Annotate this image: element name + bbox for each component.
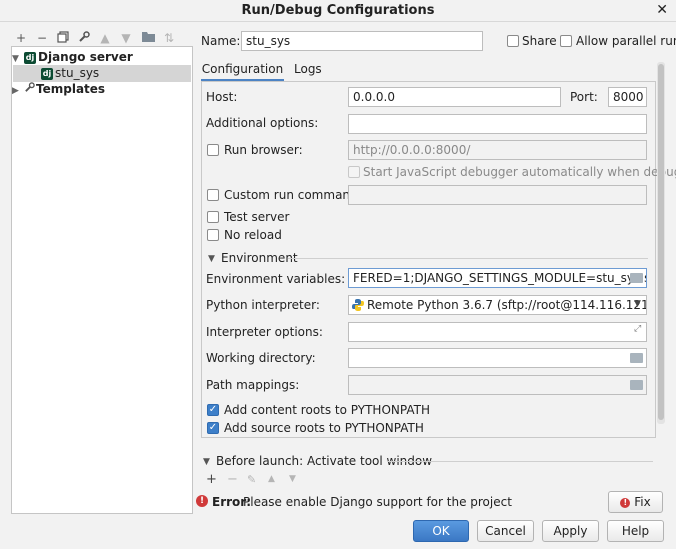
source-roots-label: Add source roots to PYTHONPATH: [224, 421, 424, 435]
scrollbar-thumb[interactable]: [658, 64, 664, 420]
environment-expand-icon[interactable]: ▼: [208, 254, 215, 264]
move-up-icon[interactable]: ▲: [98, 31, 112, 45]
run-browser-checkbox[interactable]: [207, 144, 219, 156]
wrench-icon: [24, 81, 36, 98]
error-message: Please enable Django support for the pro…: [243, 495, 512, 509]
share-checkbox[interactable]: [507, 35, 519, 47]
working-directory-input[interactable]: [348, 348, 647, 368]
working-directory-browse-icon[interactable]: [630, 353, 643, 363]
port-label: Port:: [570, 90, 598, 104]
help-button[interactable]: Help: [607, 520, 664, 542]
error-icon: !: [620, 497, 631, 508]
dropdown-arrow-icon[interactable]: ▼: [634, 299, 641, 309]
copy-icon[interactable]: [56, 31, 70, 45]
path-mappings-label: Path mappings:: [206, 378, 300, 392]
tab-configuration[interactable]: Configuration: [201, 61, 284, 82]
move-down-icon[interactable]: ▼: [119, 31, 133, 45]
content-roots-checkbox[interactable]: ✓: [207, 404, 219, 416]
python-interpreter-select[interactable]: Remote Python 3.6.7 (sftp://root@114.116…: [348, 295, 647, 315]
no-reload-checkbox[interactable]: [207, 229, 219, 241]
apply-button[interactable]: Apply: [542, 520, 599, 542]
tree-item-label: stu_sys: [55, 66, 100, 80]
working-directory-label: Working directory:: [206, 351, 316, 365]
additional-options-label: Additional options:: [206, 116, 319, 130]
tree-templates-label: Templates: [36, 82, 106, 96]
run-browser-label: Run browser:: [224, 143, 303, 157]
parallel-run-label: Allow parallel run: [576, 34, 676, 48]
environment-section-label: Environment: [221, 251, 298, 265]
tree-group-templates[interactable]: ▶ Templates: [12, 81, 105, 98]
error-icon: !: [196, 495, 208, 507]
tree-group-label: Django server: [38, 50, 133, 64]
config-tree[interactable]: ▼ dj Django server dj stu_sys ▶ Templates: [11, 46, 193, 514]
host-input[interactable]: 0.0.0.0: [348, 87, 561, 107]
before-launch-divider: [388, 461, 653, 462]
window-title: Run/Debug Configurations: [241, 3, 435, 18]
python-interpreter-label: Python interpreter:: [206, 298, 320, 312]
path-mappings-browse-icon[interactable]: [630, 380, 643, 390]
test-server-checkbox[interactable]: [207, 211, 219, 223]
django-icon: dj: [24, 51, 36, 64]
env-vars-input[interactable]: FERED=1;DJANGO_SETTINGS_MODULE=stu_sys.s…: [348, 268, 647, 288]
js-debugger-label: Start JavaScript debugger automatically …: [363, 165, 676, 179]
close-icon[interactable]: ✕: [656, 2, 668, 18]
django-icon: dj: [41, 67, 53, 80]
before-launch-up-icon[interactable]: ▲: [268, 474, 275, 484]
before-launch-add-icon[interactable]: +: [206, 472, 217, 487]
content-roots-label: Add content roots to PYTHONPATH: [224, 403, 430, 417]
custom-run-command-label: Custom run command:: [224, 188, 362, 202]
test-server-label: Test server: [224, 210, 290, 224]
path-mappings-input[interactable]: [348, 375, 647, 395]
no-reload-label: No reload: [224, 228, 282, 242]
add-icon[interactable]: +: [14, 31, 28, 45]
port-input[interactable]: 8000: [608, 87, 647, 107]
host-label: Host:: [206, 90, 238, 104]
fix-button[interactable]: ! Fix: [608, 491, 663, 513]
share-label: Share: [522, 34, 557, 48]
env-vars-label: Environment variables:: [206, 272, 346, 286]
custom-run-command-input[interactable]: [348, 185, 647, 205]
before-launch-edit-icon[interactable]: ✎: [247, 473, 256, 486]
remove-icon[interactable]: −: [35, 31, 49, 45]
collapse-arrow-icon[interactable]: ▶: [12, 83, 24, 100]
before-launch-down-icon[interactable]: ▼: [289, 474, 296, 484]
source-roots-checkbox[interactable]: ✓: [207, 422, 219, 434]
interpreter-options-input[interactable]: [348, 322, 647, 342]
before-launch-expand-icon[interactable]: ▼: [203, 457, 210, 467]
tree-item-stu-sys[interactable]: dj stu_sys: [13, 65, 191, 82]
python-icon: [352, 299, 364, 314]
custom-run-command-checkbox[interactable]: [207, 189, 219, 201]
before-launch-remove-icon[interactable]: −: [227, 472, 238, 487]
ok-button[interactable]: OK: [413, 520, 469, 542]
environment-divider: [288, 258, 648, 259]
tree-group-django[interactable]: ▼ dj Django server: [12, 49, 133, 66]
name-input[interactable]: stu_sys: [241, 31, 483, 51]
env-vars-browse-icon[interactable]: [630, 273, 643, 283]
fix-label: Fix: [634, 495, 651, 509]
expand-field-icon[interactable]: ⤢: [634, 324, 641, 334]
interpreter-options-label: Interpreter options:: [206, 325, 323, 339]
folder-icon[interactable]: [141, 31, 155, 45]
run-browser-url-input[interactable]: http://0.0.0.0:8000/: [348, 140, 647, 160]
js-debugger-checkbox[interactable]: [348, 166, 360, 178]
wrench-icon[interactable]: [77, 31, 91, 45]
sort-icon[interactable]: ⇅: [162, 31, 176, 45]
tab-logs[interactable]: Logs: [294, 61, 322, 77]
additional-options-input[interactable]: [348, 114, 647, 134]
cancel-button[interactable]: Cancel: [477, 520, 534, 542]
name-label: Name:: [201, 34, 241, 48]
parallel-run-checkbox[interactable]: [560, 35, 572, 47]
